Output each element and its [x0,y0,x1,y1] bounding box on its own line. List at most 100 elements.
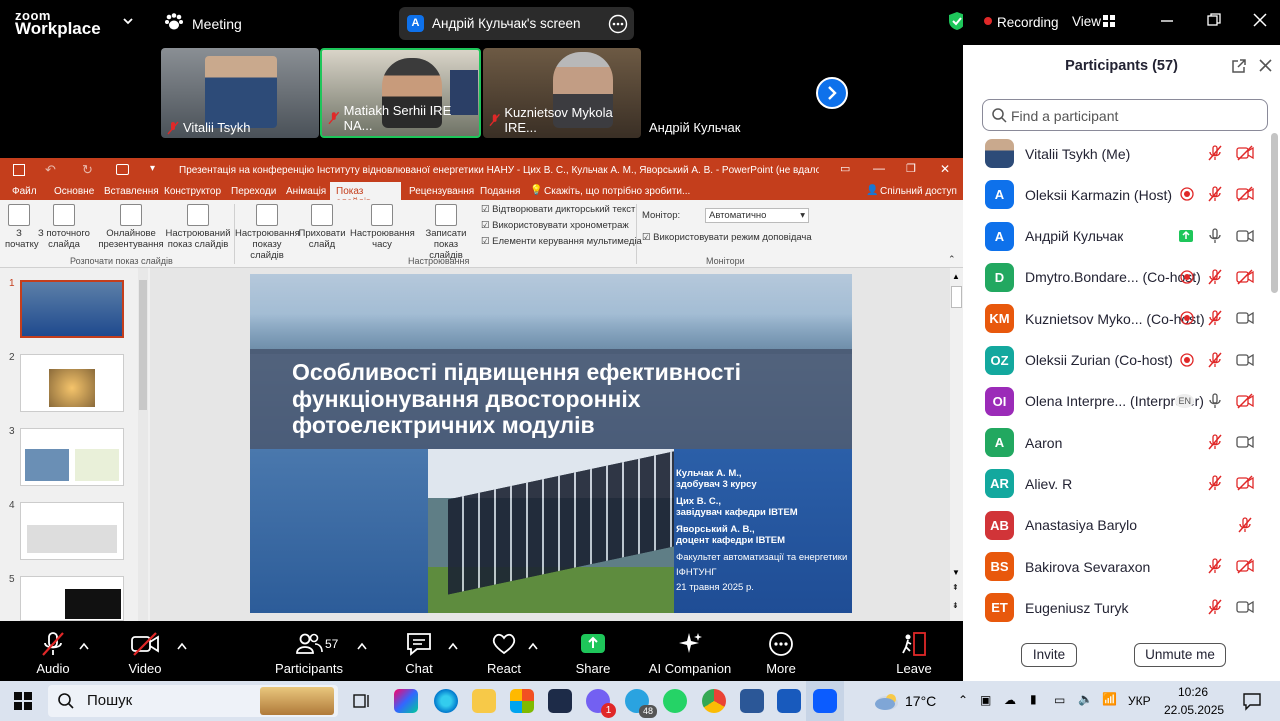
undo-icon[interactable]: ↶ [45,162,56,178]
meeting-label[interactable]: Meeting [192,16,242,32]
viber-icon[interactable]: 1 [586,689,616,718]
store-icon[interactable] [510,689,534,713]
invite-button[interactable]: Invite [1021,643,1077,667]
speaker-icon[interactable]: 🔈 [1078,692,1093,706]
app-icon[interactable] [548,689,572,713]
participant-row[interactable]: ET Eugeniusz Turyk [963,587,1268,626]
media-controls-checkbox[interactable]: ☑ Елементи керування мультимедіа [481,236,642,247]
participants-scrollbar[interactable] [1271,133,1278,293]
participant-row[interactable]: A Oleksii Karmazin (Host) [963,174,1268,215]
wifi-icon[interactable]: 📶 [1102,692,1117,706]
recording-label[interactable]: Recording [997,15,1059,30]
language-indicator[interactable]: УКР [1128,694,1151,708]
clock-date[interactable]: 22.05.2025 [1164,703,1224,717]
tray-chevron-icon[interactable]: ⌃ [958,693,968,707]
redo-icon[interactable]: ↻ [82,162,93,178]
slide-thumbnail-1[interactable] [20,280,124,338]
tab-home[interactable]: Основне [54,186,94,197]
ai-companion-button[interactable]: AI Companion [648,631,732,676]
tab-transitions[interactable]: Переходи [231,186,276,197]
rehearse-timings-button[interactable]: Настроювання часу [350,204,415,250]
participant-row[interactable]: KM Kuznietsov Myko... (Co-host) [963,298,1268,339]
clock-time[interactable]: 10:26 [1178,685,1208,699]
share-link[interactable]: Спільний доступ [880,186,957,197]
video-tile-kulchak[interactable]: Андрій Кульчак [643,48,773,138]
react-button[interactable]: React [485,631,523,676]
ppt-restore-icon[interactable]: ❐ [906,162,916,175]
notification-icon[interactable] [1242,691,1262,716]
chrome-icon[interactable] [702,689,726,713]
participant-row[interactable]: A Aaron [963,422,1268,463]
current-slide[interactable]: Особливості підвищення ефективності функ… [250,274,852,613]
record-show-button[interactable]: Записати показ слайдів [414,204,478,261]
save-icon[interactable] [13,164,25,176]
ribbon-display-icon[interactable]: ▭ [840,162,850,175]
copilot-icon[interactable] [394,689,418,713]
audio-button[interactable]: Audio [36,631,70,676]
presenter-view-checkbox[interactable]: ☑ Використовувати режим доповідача [642,232,812,243]
screen-share-chip[interactable]: A Андрій Кульчак's screen [399,7,634,40]
tab-review[interactable]: Рецензування [409,186,474,197]
chat-options-chevron-icon[interactable] [448,637,458,655]
participant-row[interactable]: OI Olena Interpre... (Interpreter) EN [963,381,1268,422]
hide-slide-button[interactable]: Приховати слайд [298,204,346,250]
file-explorer-icon[interactable] [472,689,496,713]
slide-thumbnail-3[interactable] [20,428,124,486]
word-icon[interactable] [777,689,801,713]
react-options-chevron-icon[interactable] [528,637,538,655]
slide-thumbnail-5[interactable] [20,576,124,621]
participant-row[interactable]: BS Bakirova Sevaraxon [963,546,1268,587]
online-present-button[interactable]: Онлайнове презентування [96,204,166,250]
calculator-icon[interactable] [740,689,764,713]
participants-options-chevron-icon[interactable] [357,637,367,655]
grid-view-icon[interactable] [1102,14,1116,33]
whatsapp-icon[interactable] [663,689,687,713]
tab-file[interactable]: Файл [12,186,37,197]
video-tile-matiakh[interactable]: Matiakh Serhii IRE NA... [320,48,481,138]
more-button[interactable]: More [763,631,799,676]
more-options-icon[interactable] [608,14,628,39]
participant-row[interactable]: OZ Oleksii Zurian (Co-host) [963,340,1268,381]
close-icon[interactable] [1253,13,1267,32]
participant-row[interactable]: AB Anastasiya Barylo [963,505,1268,546]
zoom-taskbar-active[interactable] [806,681,844,721]
video-options-chevron-icon[interactable] [177,637,187,655]
ppt-minimize-icon[interactable]: — [873,161,885,175]
taskbar-search-box[interactable]: Пошук [48,685,338,717]
battery-icon[interactable]: ▭ [1054,693,1065,707]
tab-animations[interactable]: Анімація [286,186,326,197]
narration-checkbox[interactable]: ☑ Відтворювати дикторський текст [481,204,635,215]
tab-design[interactable]: Конструктор [164,186,221,197]
ppt-close-icon[interactable]: ✕ [940,162,950,176]
task-view-icon[interactable] [352,691,372,716]
participant-row[interactable]: AR Aliev. R [963,463,1268,504]
windows-start-icon[interactable] [14,692,32,715]
video-tile-vitalii[interactable]: Vitalii Tsykh [161,48,319,138]
edge-icon[interactable] [434,689,458,713]
unmute-me-button[interactable]: Unmute me [1134,643,1226,667]
chat-button[interactable]: Chat [401,631,437,676]
setup-show-button[interactable]: Настроювання показу слайдів [235,204,300,261]
custom-show-button[interactable]: Настроюваний показ слайдів [165,204,231,250]
search-participant-input[interactable]: Find a participant [982,99,1268,131]
slide-thumbnail-4[interactable] [20,502,124,560]
chevron-down-icon[interactable] [122,14,134,32]
thumbnails-scrollbar[interactable] [138,268,148,621]
onedrive-icon[interactable]: ☁ [1004,693,1016,707]
from-start-button[interactable]: З початку [5,204,39,250]
telegram-icon[interactable]: 48 [625,689,657,718]
tell-me-input[interactable]: Скажіть, що потрібно зробити... [544,186,690,197]
view-button[interactable]: View [1072,14,1101,29]
minimize-icon[interactable] [1160,14,1174,33]
temperature[interactable]: 17°C [905,693,936,709]
share-screen-button[interactable]: Share [574,631,612,676]
leave-button[interactable]: Leave [896,631,932,676]
video-tile-kuznietsov[interactable]: Kuznietsov Mykola IRE... [483,48,641,138]
pop-out-icon[interactable] [1231,58,1247,79]
collapse-ribbon-icon[interactable]: ⌃ [948,254,956,265]
tab-view[interactable]: Подання [480,186,520,197]
video-button[interactable]: Video [128,631,162,676]
present-icon[interactable] [116,164,129,175]
participant-row[interactable]: Vitalii Tsykh (Me) [963,133,1268,174]
monitor-select[interactable]: Автоматично ▾ [705,208,809,223]
